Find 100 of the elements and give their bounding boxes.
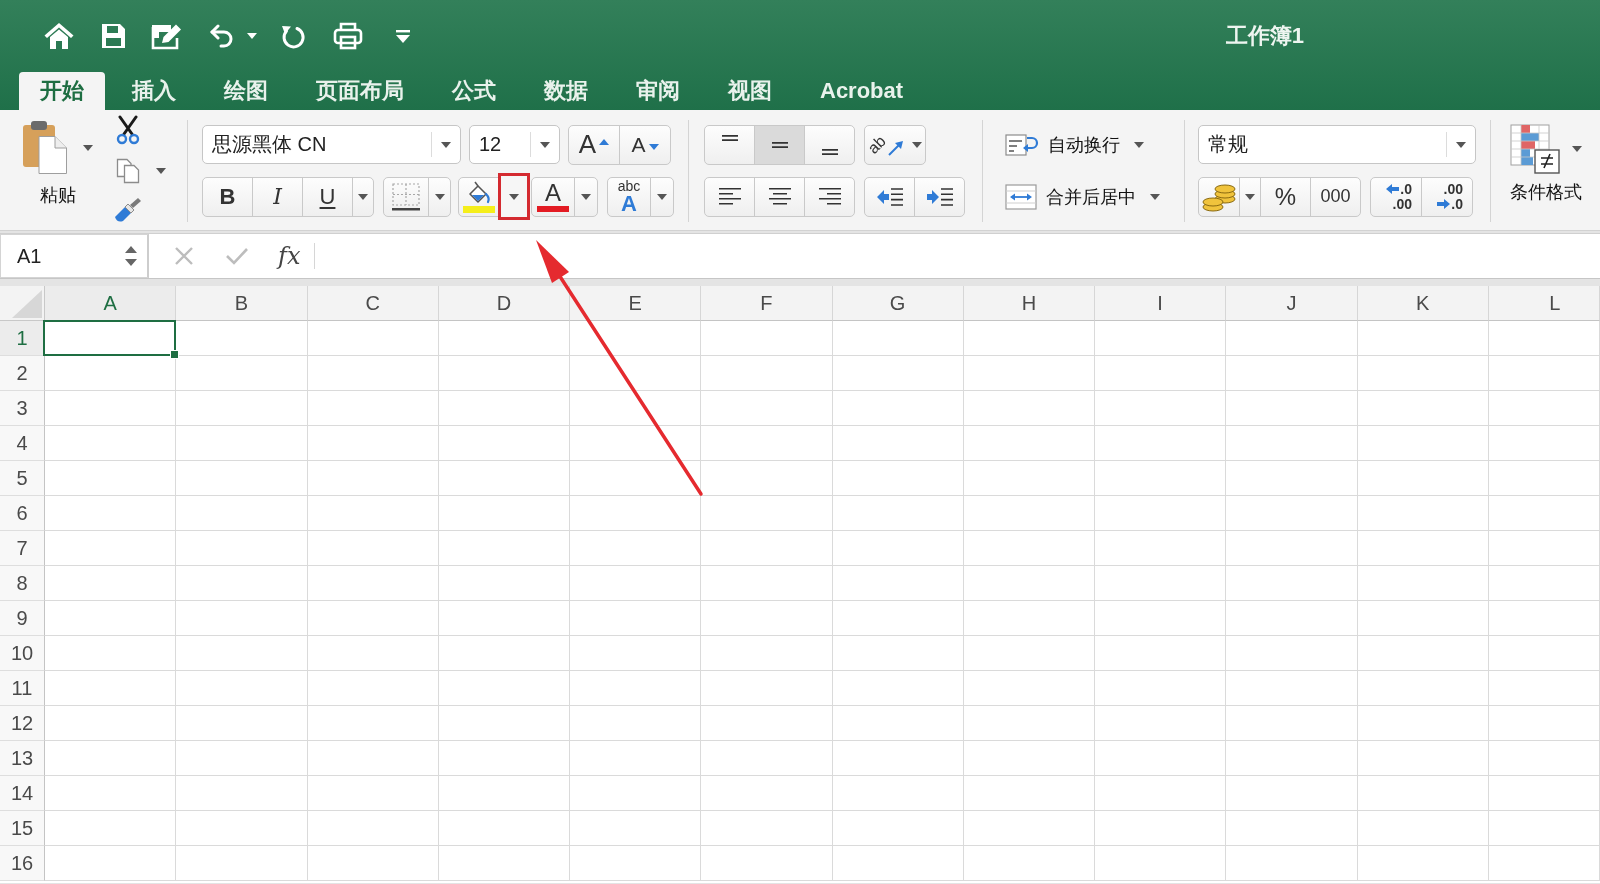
table-cell[interactable] bbox=[438, 391, 570, 426]
table-cell[interactable] bbox=[438, 776, 570, 811]
print-icon[interactable] bbox=[333, 22, 363, 50]
table-cell[interactable] bbox=[1226, 776, 1358, 811]
table-cell[interactable] bbox=[701, 811, 833, 846]
table-cell[interactable] bbox=[832, 391, 964, 426]
table-cell[interactable] bbox=[1488, 566, 1600, 601]
table-cell[interactable] bbox=[1357, 601, 1489, 636]
wrap-text-button[interactable]: 自动换行 bbox=[1005, 125, 1184, 164]
table-cell[interactable] bbox=[176, 531, 308, 566]
table-cell[interactable] bbox=[963, 426, 1095, 461]
table-cell[interactable] bbox=[570, 321, 702, 356]
table-cell[interactable] bbox=[45, 846, 177, 881]
ribbon-tab[interactable]: 开始 bbox=[19, 72, 105, 110]
table-cell[interactable] bbox=[1488, 496, 1600, 531]
column-header[interactable]: G bbox=[832, 286, 964, 321]
percent-style-button[interactable]: % bbox=[1260, 176, 1311, 217]
table-cell[interactable] bbox=[45, 391, 177, 426]
table-cell[interactable] bbox=[1357, 356, 1489, 391]
table-cell[interactable] bbox=[438, 671, 570, 706]
ribbon-tab[interactable]: 公式 bbox=[431, 72, 517, 110]
row-header[interactable]: 16 bbox=[0, 846, 45, 881]
table-cell[interactable] bbox=[45, 776, 177, 811]
fill-color-button[interactable] bbox=[458, 176, 499, 217]
decrease-font-size-button[interactable]: A bbox=[619, 124, 671, 165]
table-cell[interactable] bbox=[701, 426, 833, 461]
table-cell[interactable] bbox=[701, 531, 833, 566]
table-cell[interactable] bbox=[176, 636, 308, 671]
table-cell[interactable] bbox=[438, 321, 570, 356]
fill-handle[interactable] bbox=[170, 350, 180, 359]
column-header[interactable]: L bbox=[1488, 286, 1600, 321]
table-cell[interactable] bbox=[832, 566, 964, 601]
table-cell[interactable] bbox=[701, 846, 833, 881]
accounting-format-button[interactable] bbox=[1198, 176, 1240, 217]
table-cell[interactable] bbox=[1095, 321, 1227, 356]
table-cell[interactable] bbox=[45, 426, 177, 461]
table-cell[interactable] bbox=[701, 706, 833, 741]
align-right-button[interactable] bbox=[804, 176, 855, 217]
table-cell[interactable] bbox=[45, 741, 177, 776]
table-cell[interactable] bbox=[570, 566, 702, 601]
table-cell[interactable] bbox=[1095, 461, 1227, 496]
table-cell[interactable] bbox=[963, 706, 1095, 741]
table-cell[interactable] bbox=[1226, 706, 1358, 741]
table-cell[interactable] bbox=[307, 461, 439, 496]
table-cell[interactable] bbox=[570, 496, 702, 531]
table-cell[interactable] bbox=[1095, 636, 1227, 671]
table-cell[interactable] bbox=[438, 531, 570, 566]
table-cell[interactable] bbox=[176, 741, 308, 776]
font-name-combobox[interactable]: 思源黑体 CN bbox=[202, 125, 461, 164]
table-cell[interactable] bbox=[963, 391, 1095, 426]
table-cell[interactable] bbox=[1226, 356, 1358, 391]
table-cell[interactable] bbox=[963, 531, 1095, 566]
borders-button[interactable] bbox=[383, 176, 429, 217]
table-cell[interactable] bbox=[701, 636, 833, 671]
table-cell[interactable] bbox=[1226, 601, 1358, 636]
table-cell[interactable] bbox=[1357, 391, 1489, 426]
table-cell[interactable] bbox=[176, 426, 308, 461]
table-cell[interactable] bbox=[832, 461, 964, 496]
italic-button[interactable]: I bbox=[252, 176, 303, 217]
table-cell[interactable] bbox=[438, 426, 570, 461]
table-cell[interactable] bbox=[570, 461, 702, 496]
table-cell[interactable] bbox=[1488, 356, 1600, 391]
table-cell[interactable] bbox=[1226, 391, 1358, 426]
table-cell[interactable] bbox=[832, 531, 964, 566]
table-cell[interactable] bbox=[438, 496, 570, 531]
column-header[interactable]: D bbox=[438, 286, 570, 321]
table-cell[interactable] bbox=[307, 356, 439, 391]
table-cell[interactable] bbox=[963, 741, 1095, 776]
table-cell[interactable] bbox=[307, 671, 439, 706]
decrease-indent-button[interactable] bbox=[864, 176, 915, 217]
table-cell[interactable] bbox=[1357, 636, 1489, 671]
row-header[interactable]: 7 bbox=[0, 531, 45, 566]
table-cell[interactable] bbox=[832, 321, 964, 356]
table-cell[interactable] bbox=[45, 531, 177, 566]
table-cell[interactable] bbox=[701, 671, 833, 706]
table-cell[interactable] bbox=[45, 601, 177, 636]
dropdown-button[interactable] bbox=[574, 176, 598, 217]
phonetic-guide-button[interactable]: abc A bbox=[607, 176, 651, 217]
table-cell[interactable] bbox=[963, 636, 1095, 671]
table-cell[interactable] bbox=[307, 601, 439, 636]
orientation-button[interactable]: ab bbox=[864, 124, 926, 165]
table-cell[interactable] bbox=[1357, 741, 1489, 776]
edit-icon[interactable] bbox=[151, 22, 183, 50]
table-cell[interactable] bbox=[570, 671, 702, 706]
table-cell[interactable] bbox=[1095, 426, 1227, 461]
merge-center-button[interactable]: 合并后居中 bbox=[1005, 177, 1184, 216]
save-icon[interactable] bbox=[100, 23, 126, 49]
table-cell[interactable] bbox=[438, 706, 570, 741]
table-cell[interactable] bbox=[176, 776, 308, 811]
row-header[interactable]: 14 bbox=[0, 776, 45, 811]
table-cell[interactable] bbox=[701, 601, 833, 636]
ribbon-tab[interactable]: 视图 bbox=[707, 72, 793, 110]
table-cell[interactable] bbox=[570, 531, 702, 566]
table-cell[interactable] bbox=[176, 461, 308, 496]
table-cell[interactable] bbox=[307, 496, 439, 531]
table-cell[interactable] bbox=[1095, 391, 1227, 426]
table-cell[interactable] bbox=[1226, 496, 1358, 531]
table-cell[interactable] bbox=[832, 671, 964, 706]
table-cell[interactable] bbox=[832, 601, 964, 636]
table-cell[interactable] bbox=[438, 566, 570, 601]
